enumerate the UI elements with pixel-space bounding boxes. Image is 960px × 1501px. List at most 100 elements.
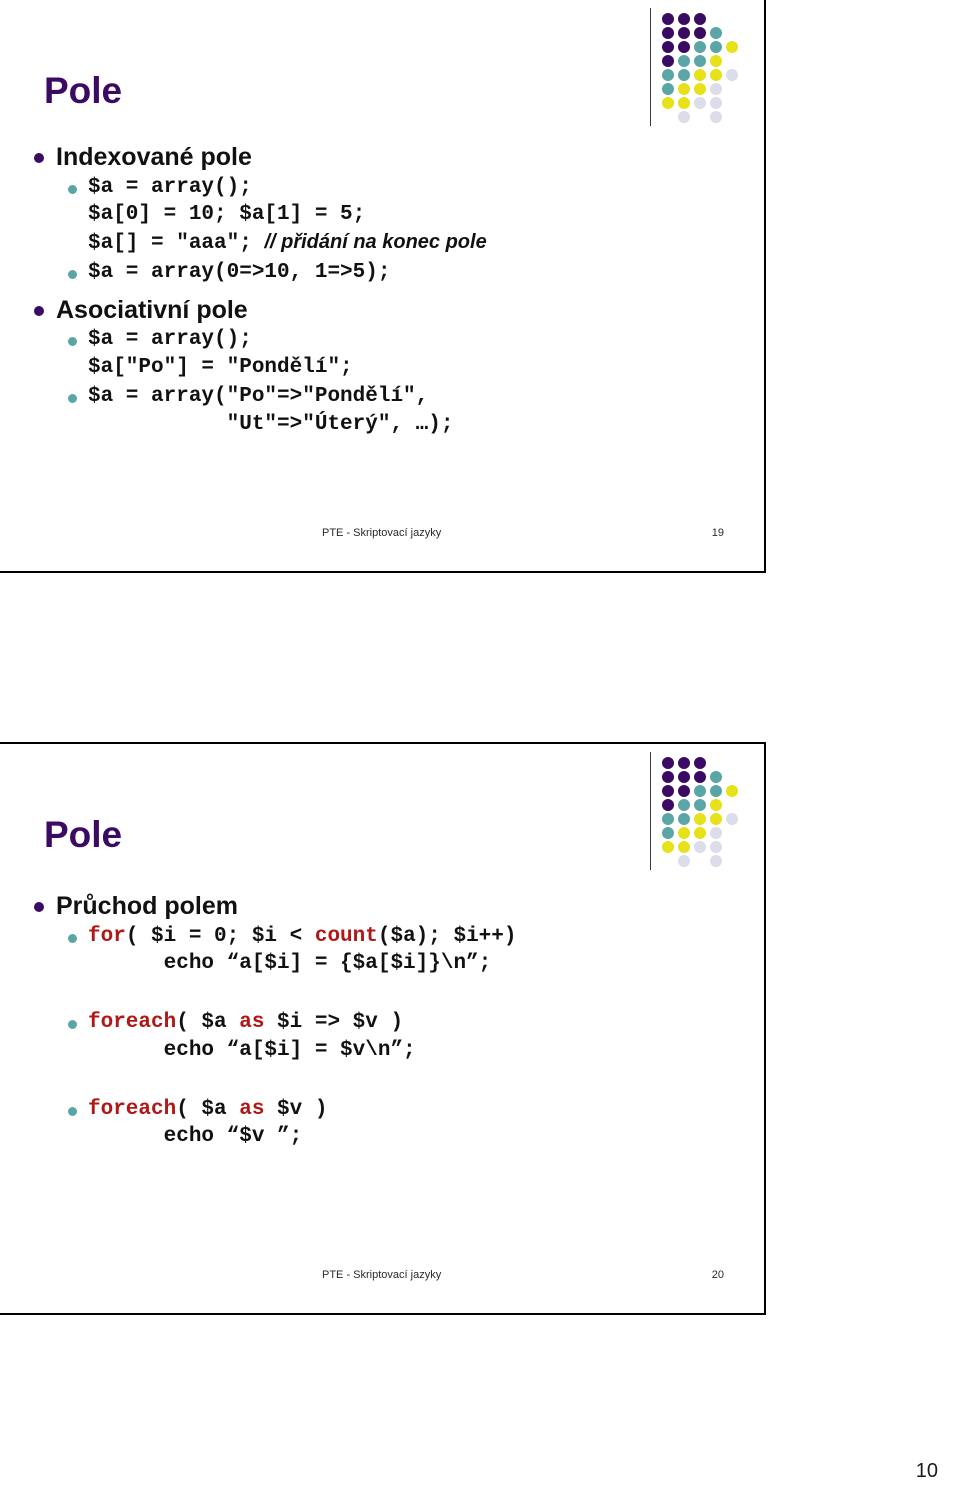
logo-dot [662,813,674,825]
bullet-level1-icon [34,305,44,316]
logo-dot [694,13,706,25]
logo-dot [726,827,738,839]
logo-dot [726,111,738,123]
logo-dot [710,799,722,811]
logo-dot [694,83,706,95]
logo-dot-grid [660,12,740,124]
logo-dot [694,771,706,783]
logo-dot [726,83,738,95]
code-keyword: count [314,924,378,948]
logo-dot [694,27,706,39]
slide-body: Průchod polem for( $i = 0; $i < count($a… [34,892,750,1152]
logo-dot [678,813,690,825]
logo-dot [726,13,738,25]
code-text: ( $a [176,1097,240,1121]
logo-dot [726,771,738,783]
code-keyword: foreach [88,1097,177,1121]
footer-label: PTE - Skriptovací jazyky [322,527,442,539]
page-title: Pole [44,814,123,855]
logo-dot [726,785,738,797]
slide-page-20: Pole Průchod polem for( $i = 0; $i < cou… [0,742,766,1315]
logo-dot [662,13,674,25]
logo-dot [694,69,706,81]
bullet-level2-icon [68,1020,77,1030]
logo-dot [662,55,674,67]
logo-dot [710,785,722,797]
code-line: "Ut"=>"Úterý", …); [88,412,454,436]
section-heading: Asociativní pole [56,295,248,324]
bullet-level2-icon [68,269,77,279]
logo-dot [726,97,738,109]
code-line: $a["Po"] = "Pondělí"; [88,356,353,380]
code-block-row: foreach( $a as $v ) echo “$v ”; [68,1096,750,1151]
logo-dot [726,27,738,39]
logo-dot [694,757,706,769]
bullet-level1-icon [34,902,44,912]
logo-dot [726,841,738,853]
dot-matrix-logo [650,752,742,870]
logo-dot [710,41,722,53]
logo-dot [710,27,722,39]
code-block-row: $a = array(); $a[0] = 10; $a[1] = 5; $a[] … [68,174,750,258]
logo-dot [710,841,722,853]
code-text: ( $i = 0; $i < [125,924,315,948]
section-heading-row: Indexované pole [34,143,750,172]
code-line: $a[0] = 10; $a[1] = 5; [88,203,366,227]
code-block: for( $i = 0; $i < count($a); $i++) echo … [88,923,516,978]
code-line: $a[] = "aaa"; [88,232,265,256]
code-block-row: foreach( $a as $i => $v ) echo “a[$i] = … [68,1009,750,1064]
code-block: foreach( $a as $v ) echo “$v ”; [88,1096,327,1151]
logo-dot [678,97,690,109]
logo-dot [710,13,722,25]
logo-dot [726,69,738,81]
section-heading: Indexované pole [56,143,252,171]
slide-page-19: Pole Indexované pole $a = array(); $a[0] … [0,0,766,573]
logo-dot [726,799,738,811]
code-line: $a = array("Po"=>"Pondělí", [88,384,429,408]
logo-dot [694,799,706,811]
slide-body: Indexované pole $a = array(); $a[0] = 10;… [34,143,750,439]
code-block: $a = array(); $a[0] = 10; $a[1] = 5; $a[] … [88,174,487,258]
logo-dot [662,827,674,839]
logo-dot [662,841,674,853]
logo-dot [726,813,738,825]
logo-dot [694,827,706,839]
logo-dot [710,827,722,839]
logo-dot [710,771,722,783]
logo-dot [662,97,674,109]
logo-dot [694,841,706,853]
section-heading-row: Průchod polem [34,892,750,921]
code-line: $a = array(); [88,175,252,199]
logo-dot [662,855,674,867]
code-keyword: as [239,1011,265,1035]
logo-dot [678,771,690,783]
page-title: Pole [44,70,123,111]
code-keyword: as [239,1097,265,1121]
logo-dot [678,111,690,123]
logo-dot [662,785,674,797]
logo-dot [726,855,738,867]
code-line: $a = array(); [88,328,252,352]
logo-dot [662,69,674,81]
logo-dot [662,771,674,783]
logo-dot [694,813,706,825]
logo-dot [678,83,690,95]
slide-footer: PTE - Skriptovací jazyky 19 [0,527,764,543]
logo-dot [662,83,674,95]
bullet-level2-icon [68,1106,77,1116]
logo-dot [678,13,690,25]
logo-dot [694,97,706,109]
logo-dot [678,827,690,839]
logo-dot [710,55,722,67]
logo-dot [678,841,690,853]
bullet-level2-icon [68,933,77,943]
bullet-level2-icon [68,393,77,403]
logo-dot [662,111,674,123]
logo-dot [678,69,690,81]
logo-dot [694,55,706,67]
logo-dot [678,855,690,867]
code-comment: // přidání na konec pole [264,231,487,254]
document-page-number: 10 [915,1460,938,1482]
